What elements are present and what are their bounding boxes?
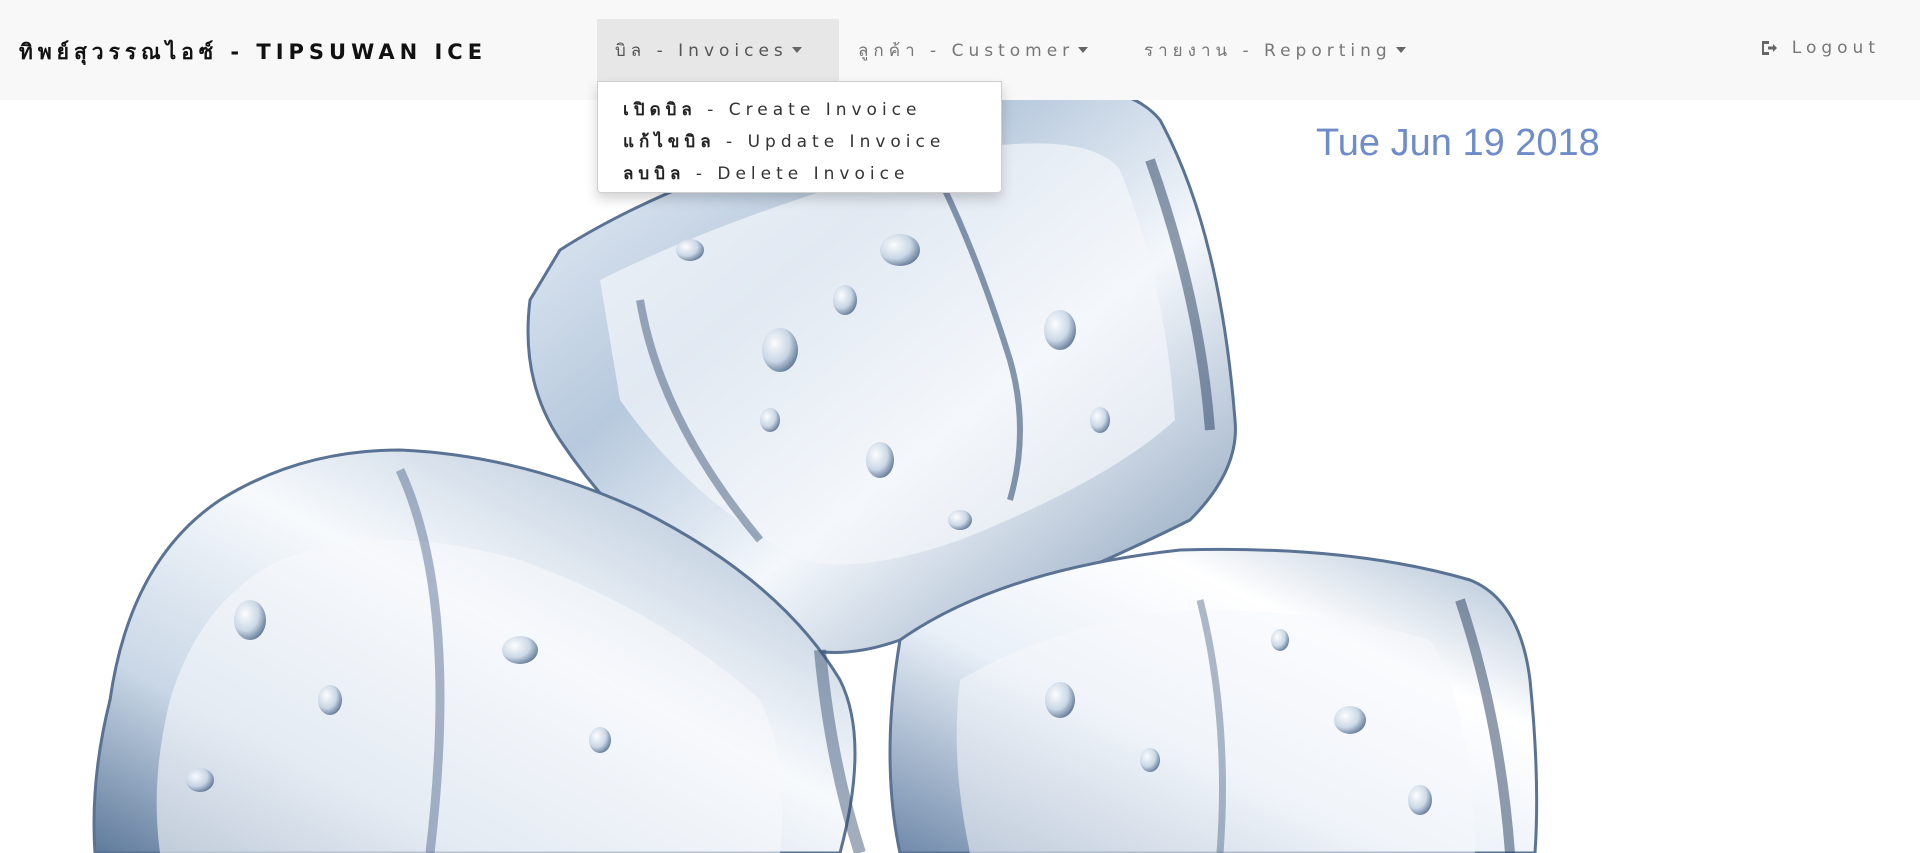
menu-item-english-label: - Create Invoice — [696, 100, 922, 120]
menu-item-english-label: - Update Invoice — [715, 132, 946, 152]
nav-invoices-label: บิล - Invoices — [615, 40, 788, 61]
nav-invoices-dropdown[interactable]: บิล - Invoices — [597, 19, 839, 81]
caret-down-icon — [1395, 47, 1406, 53]
menu-item-delete-invoice[interactable]: ลบบิล - Delete Invoice — [598, 158, 1001, 190]
brand-title[interactable]: ทิพย์สุวรรณไอซ์ - TIPSUWAN ICE — [19, 36, 487, 69]
current-date: Tue Jun 19 2018 — [1316, 122, 1600, 164]
invoices-dropdown-menu: เปิดบิล - Create Invoice แก้ไขบิล - Upda… — [597, 81, 1002, 193]
menu-item-update-invoice[interactable]: แก้ไขบิล - Update Invoice — [598, 126, 1001, 158]
caret-down-icon — [1078, 47, 1089, 53]
caret-down-icon — [791, 47, 802, 53]
menu-item-thai-label: เปิดบิล — [623, 100, 697, 120]
sign-out-icon — [1761, 41, 1777, 55]
nav-reporting-dropdown[interactable]: รายงาน - Reporting — [1126, 19, 1424, 81]
menu-item-create-invoice[interactable]: เปิดบิล - Create Invoice — [598, 94, 1001, 126]
menu-item-thai-label: แก้ไขบิล — [623, 132, 716, 152]
nav-customer-dropdown[interactable]: ลูกค้า - Customer — [840, 19, 1106, 81]
menu-item-thai-label: ลบบิล — [623, 164, 686, 184]
logout-link[interactable]: Logout — [1760, 38, 1880, 58]
menu-item-english-label: - Delete Invoice — [685, 164, 910, 184]
nav-customer-label: ลูกค้า - Customer — [858, 40, 1075, 61]
logout-label: Logout — [1791, 38, 1880, 58]
nav-reporting-label: รายงาน - Reporting — [1144, 40, 1392, 61]
